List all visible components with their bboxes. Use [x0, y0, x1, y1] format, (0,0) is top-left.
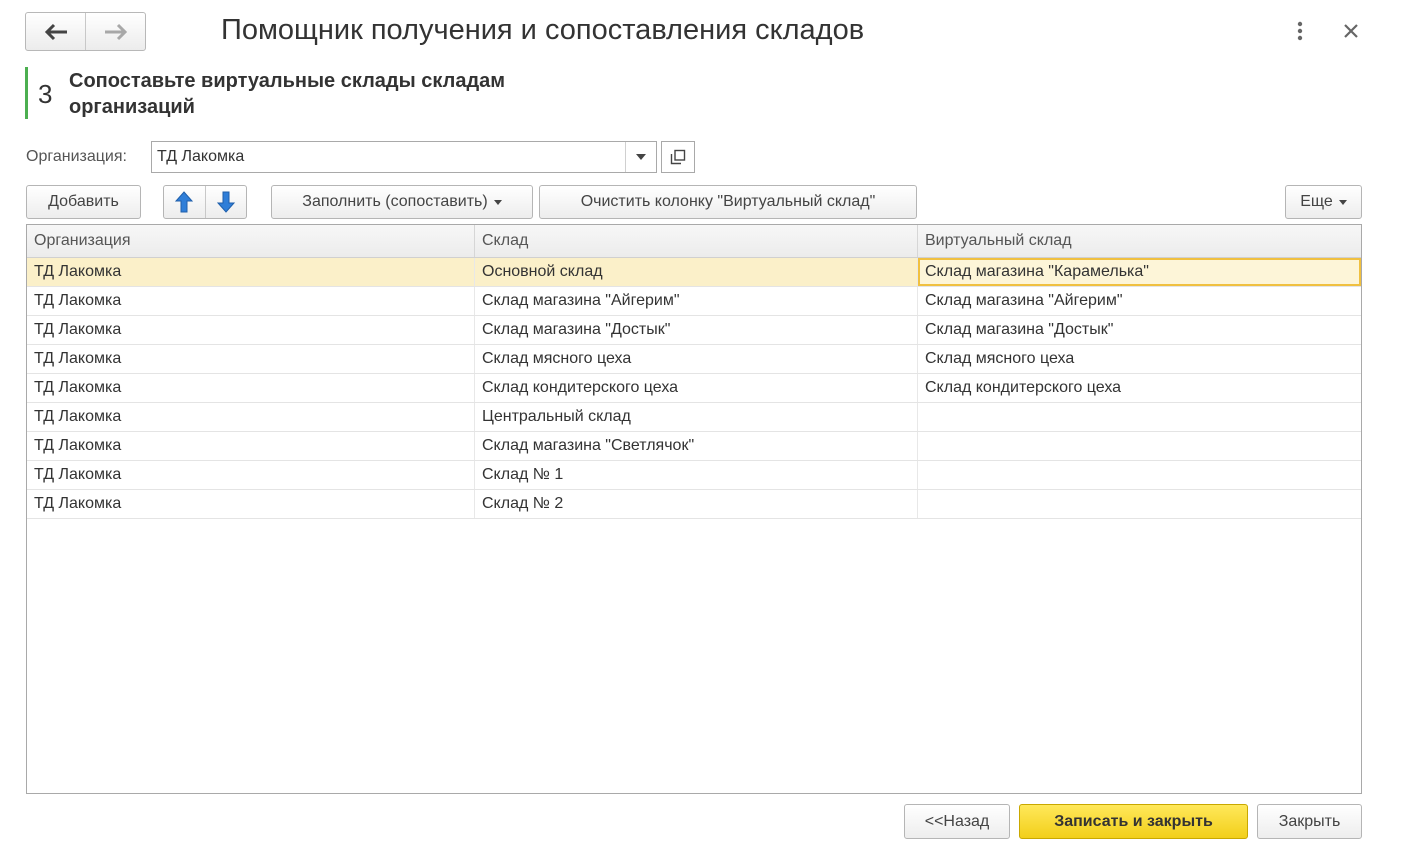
cell-organization[interactable]: ТД Лакомка	[27, 287, 475, 315]
table-header: Организация Склад Виртуальный склад	[27, 225, 1361, 258]
organization-dropdown-button[interactable]	[625, 142, 656, 172]
forward-button[interactable]	[85, 13, 145, 50]
table-row[interactable]: ТД Лакомка Склад мясного цеха Склад мясн…	[27, 345, 1361, 374]
step-title: Сопоставьте виртуальные склады складам о…	[69, 70, 506, 118]
window-title: Помощник получения и сопоставления склад…	[221, 14, 865, 46]
table-row[interactable]: ТД Лакомка Склад магазина "Светлячок"	[27, 432, 1361, 461]
cell-organization[interactable]: ТД Лакомка	[27, 316, 475, 344]
back-step-button[interactable]: <<Назад	[904, 804, 1010, 839]
cell-warehouse[interactable]: Склад мясного цеха	[475, 345, 918, 373]
column-header-organization[interactable]: Организация	[27, 225, 475, 257]
cell-organization[interactable]: ТД Лакомка	[27, 432, 475, 460]
cell-virtual-warehouse[interactable]	[918, 461, 1361, 489]
forward-arrow-icon	[104, 23, 127, 40]
cell-warehouse[interactable]: Склад магазина "Айгерим"	[475, 287, 918, 315]
more-label: Еще	[1300, 193, 1333, 210]
table-row[interactable]: ТД Лакомка Склад магазина "Айгерим" Скла…	[27, 287, 1361, 316]
cell-virtual-warehouse[interactable]: Склад магазина "Достык"	[918, 316, 1361, 344]
cell-warehouse[interactable]: Склад № 2	[475, 490, 918, 518]
table-row[interactable]: ТД Лакомка Склад № 2	[27, 490, 1361, 519]
chevron-down-icon	[636, 154, 646, 160]
cell-organization[interactable]: ТД Лакомка	[27, 461, 475, 489]
move-up-button[interactable]	[164, 186, 205, 218]
close-icon[interactable]	[1340, 20, 1362, 42]
cell-virtual-warehouse[interactable]: Склад магазина "Карамелька"	[918, 258, 1361, 286]
arrow-down-icon	[216, 191, 235, 213]
table-row[interactable]: ТД Лакомка Основной склад Склад магазина…	[27, 258, 1361, 287]
cell-organization[interactable]: ТД Лакомка	[27, 490, 475, 518]
clear-virtual-column-button[interactable]: Очистить колонку "Виртуальный склад"	[539, 185, 917, 219]
organization-label: Организация:	[26, 148, 127, 165]
open-window-icon	[670, 149, 686, 165]
column-header-virtual-warehouse[interactable]: Виртуальный склад	[918, 225, 1361, 257]
save-and-close-button[interactable]: Записать и закрыть	[1019, 804, 1248, 839]
cell-warehouse[interactable]: Основной склад	[475, 258, 918, 286]
move-down-button[interactable]	[204, 186, 247, 218]
step-number: 3	[38, 79, 53, 109]
cell-virtual-warehouse[interactable]	[918, 432, 1361, 460]
cell-organization[interactable]: ТД Лакомка	[27, 258, 475, 286]
cell-virtual-warehouse[interactable]: Склад магазина "Айгерим"	[918, 287, 1361, 315]
table-row[interactable]: ТД Лакомка Склад кондитерского цеха Скла…	[27, 374, 1361, 403]
arrow-up-icon	[175, 191, 194, 213]
cell-warehouse[interactable]: Склад магазина "Достык"	[475, 316, 918, 344]
navigation-buttons	[25, 12, 146, 51]
column-header-warehouse[interactable]: Склад	[475, 225, 918, 257]
chevron-down-icon	[1338, 199, 1347, 205]
organization-field[interactable]: ТД Лакомка	[151, 141, 657, 173]
step-accent-bar	[25, 67, 28, 119]
more-button[interactable]: Еще	[1285, 185, 1362, 219]
cell-virtual-warehouse[interactable]	[918, 403, 1361, 431]
fill-match-button[interactable]: Заполнить (сопоставить)	[271, 185, 533, 219]
cell-warehouse[interactable]: Склад кондитерского цеха	[475, 374, 918, 402]
close-button[interactable]: Закрыть	[1257, 804, 1362, 839]
back-arrow-icon	[44, 23, 67, 40]
cell-warehouse[interactable]: Склад № 1	[475, 461, 918, 489]
cell-virtual-warehouse[interactable]	[918, 490, 1361, 518]
more-vertical-icon[interactable]	[1290, 20, 1310, 42]
table-row[interactable]: ТД Лакомка Склад магазина "Достык" Склад…	[27, 316, 1361, 345]
table-row[interactable]: ТД Лакомка Центральный склад	[27, 403, 1361, 432]
add-button[interactable]: Добавить	[26, 185, 141, 219]
cell-warehouse[interactable]: Центральный склад	[475, 403, 918, 431]
move-buttons	[163, 185, 247, 219]
organization-value: ТД Лакомка	[157, 148, 245, 165]
fill-match-label: Заполнить (сопоставить)	[302, 193, 488, 210]
cell-organization[interactable]: ТД Лакомка	[27, 403, 475, 431]
table-row[interactable]: ТД Лакомка Склад № 1	[27, 461, 1361, 490]
organization-open-button[interactable]	[661, 141, 695, 173]
warehouse-mapping-table: Организация Склад Виртуальный склад ТД Л…	[26, 224, 1362, 794]
cell-organization[interactable]: ТД Лакомка	[27, 374, 475, 402]
cell-warehouse[interactable]: Склад магазина "Светлячок"	[475, 432, 918, 460]
cell-virtual-warehouse[interactable]: Склад мясного цеха	[918, 345, 1361, 373]
back-button[interactable]	[26, 13, 85, 50]
cell-organization[interactable]: ТД Лакомка	[27, 345, 475, 373]
chevron-down-icon	[493, 199, 502, 205]
cell-virtual-warehouse[interactable]: Склад кондитерского цеха	[918, 374, 1361, 402]
